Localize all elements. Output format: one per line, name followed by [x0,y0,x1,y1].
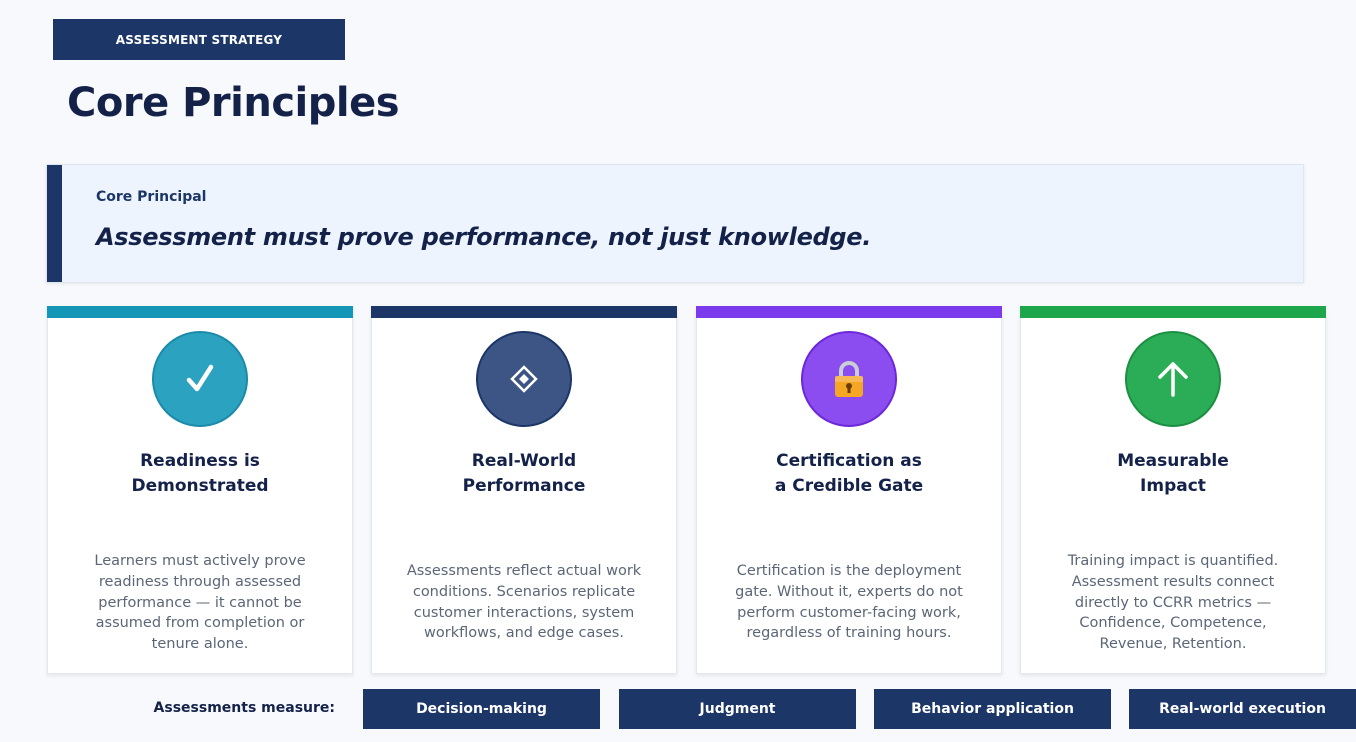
arrow-up-icon [1125,331,1221,427]
measures-label: Assessments measure: [153,700,335,716]
principle-card-readiness: Readiness is Demonstrated Learners must … [47,306,353,674]
core-principle-callout: Core Principal Assessment must prove per… [46,164,1304,283]
callout-accent-bar [47,165,62,282]
principle-card-impact: Measurable Impact Training impact is qua… [1020,306,1326,674]
lock-icon [801,331,897,427]
card-description: Certification is the deployment gate. Wi… [735,563,963,642]
card-heading: Measurable Impact [1117,451,1229,496]
card-accent-bar [696,306,1002,318]
card-accent-bar [1020,306,1326,318]
card-heading: Certification as a Credible Gate [774,451,924,496]
card-accent-bar [47,306,353,318]
callout-label: Core Principal [96,189,207,205]
checkmark-icon [152,331,248,427]
card-description: Learners must actively prove readiness t… [94,553,306,653]
section-tag: ASSESSMENT STRATEGY [53,19,345,60]
card-heading: Readiness is Demonstrated [131,451,269,496]
measure-chip: Real-world execution [1129,689,1356,729]
card-accent-bar [371,306,677,318]
measure-chip: Behavior application [874,689,1111,729]
principle-card-real-world: Real-World Performance Assessments refle… [371,306,677,674]
page-title: Core Principles [67,80,400,126]
callout-statement: Assessment must prove performance, not j… [96,223,872,251]
card-description: Training impact is quantified. Assessmen… [1067,553,1279,653]
card-description: Assessments reflect actual work conditio… [406,563,642,642]
card-heading: Real-World Performance [462,451,586,496]
diamond-icon [476,331,572,427]
measure-chip: Decision-making [363,689,600,729]
measure-chip: Judgment [619,689,856,729]
principle-card-certification: Certification as a Credible Gate Certifi… [696,306,1002,674]
